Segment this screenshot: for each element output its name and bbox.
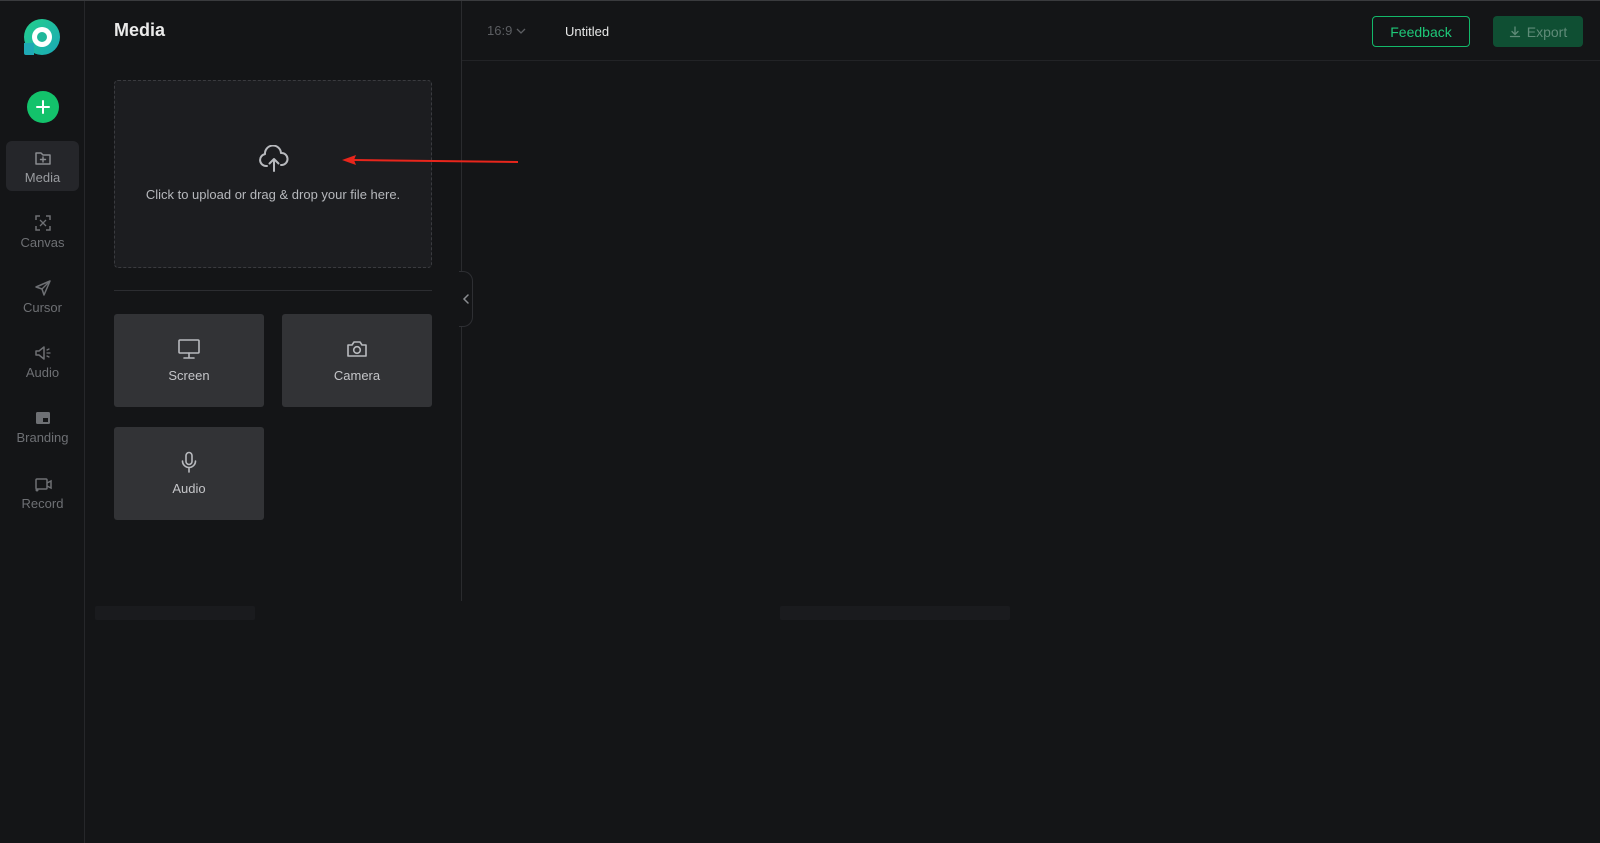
sidebar-item-label: Media [24,169,61,185]
sidebar-item-label: Canvas [20,234,65,250]
screen-source-button[interactable]: Screen [114,314,264,407]
sidebar-item-record[interactable]: Record [6,467,79,517]
annotation-arrow [342,155,519,165]
document-title[interactable]: Untitled [565,24,609,39]
app-window: Media Canvas Cursor Audio Branding Recor… [0,0,1600,843]
plus-icon [36,100,50,114]
speaker-icon [34,345,51,360]
monitor-icon [178,339,200,359]
chevron-down-icon [516,28,526,34]
timeline-placeholder [95,606,255,620]
tile-label: Screen [168,368,210,383]
export-label: Export [1526,23,1568,40]
tile-label: Camera [333,368,381,383]
app-logo-tail [24,43,34,55]
branding-icon [35,411,50,424]
folder-icon [34,151,51,165]
audio-source-button[interactable]: Audio [114,427,264,520]
camera-source-button[interactable]: Camera [282,314,432,407]
sidebar-item-branding[interactable]: Branding [6,401,79,451]
record-icon [34,477,52,491]
sidebar-item-label: Branding [16,429,69,445]
export-button[interactable]: Export [1493,16,1583,47]
editor-topbar: 16:9 Untitled Feedback Export [462,1,1600,61]
cloud-upload-icon [259,145,289,172]
add-button[interactable] [27,91,59,123]
microphone-icon [181,451,197,473]
sidebar-item-label: Cursor [22,299,62,315]
collapse-panel-handle[interactable] [459,271,473,327]
sidebar-item-canvas[interactable]: Canvas [6,206,79,256]
media-panel: Media Click to upload or drag & drop you… [85,1,462,601]
aspect-ratio-value: 16:9 [487,23,513,38]
sidebar-item-cursor[interactable]: Cursor [6,271,79,321]
timeline-placeholder [780,606,1010,620]
aspect-ratio-select[interactable]: 16:9 [487,23,526,38]
panel-title: Media [114,20,166,40]
sidebar-item-label: Audio [25,364,60,380]
canvas-icon [34,214,51,231]
download-icon [1509,25,1520,37]
cursor-icon [34,279,51,296]
upload-dropzone[interactable]: Click to upload or drag & drop your file… [114,80,432,268]
chevron-left-icon [462,294,469,304]
upload-instructions: Click to upload or drag & drop your file… [145,187,401,202]
sidebar-item-media[interactable]: Media [6,141,79,191]
panel-divider [114,290,432,291]
camera-icon [347,341,367,357]
feedback-button[interactable]: Feedback [1372,16,1470,47]
left-rail: Media Canvas Cursor Audio Branding Recor… [0,1,85,843]
tile-label: Audio [172,481,206,496]
sidebar-item-audio[interactable]: Audio [6,336,79,386]
sidebar-item-label: Record [21,495,64,511]
